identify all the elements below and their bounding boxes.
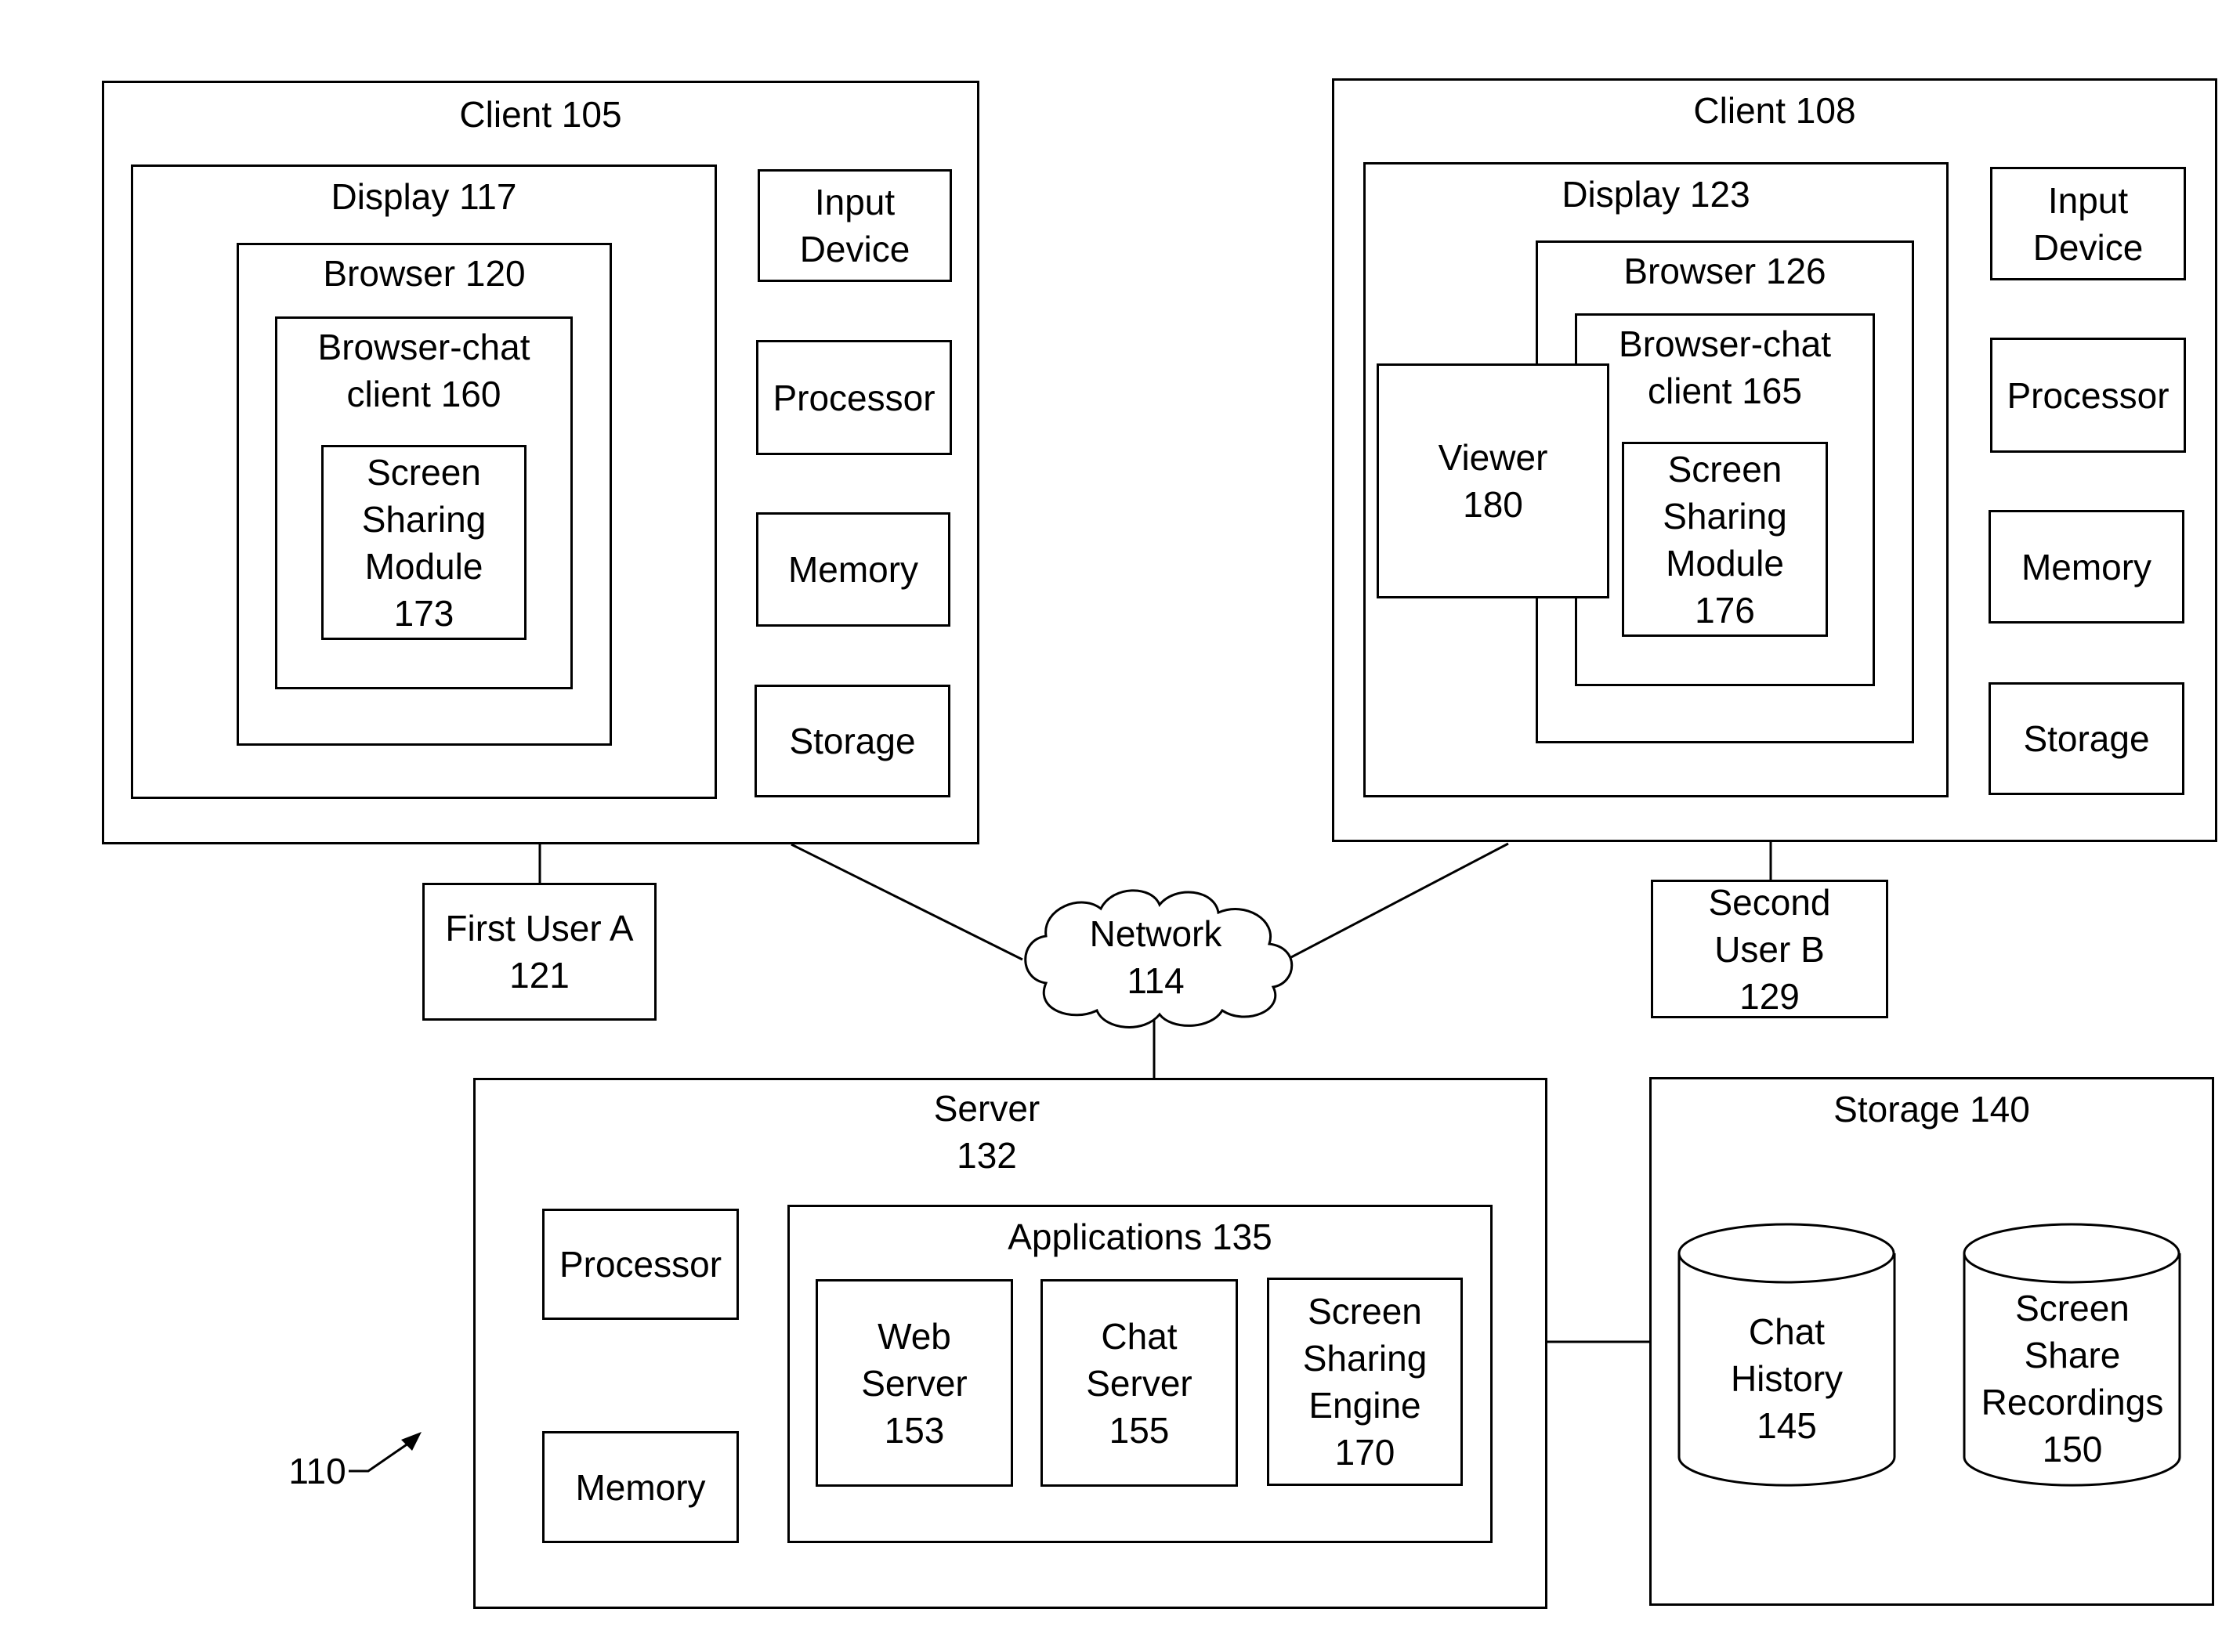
- network-114-label: Network 114: [1089, 913, 1222, 1001]
- server-132-title: Server 132: [933, 1088, 1040, 1176]
- client-108-title: Client 108: [1693, 90, 1856, 131]
- screen-sharing-module-176: Screen Sharing Module 176: [1622, 442, 1828, 637]
- chat-history-145-label: Chat History 145: [1730, 1311, 1844, 1446]
- chat-server-155: Chat Server 155: [1040, 1279, 1238, 1487]
- web-server-153-label: Web Server 153: [861, 1315, 968, 1451]
- client-a-memory: Memory: [756, 512, 950, 627]
- connector-client-a-network: [791, 843, 1023, 961]
- server-memory: Memory: [542, 1431, 739, 1543]
- figure-ref-arrow-icon: [349, 1438, 414, 1473]
- arrowhead-icon: [401, 1432, 422, 1451]
- web-server-153: Web Server 153: [816, 1279, 1013, 1487]
- client-a-storage: Storage: [755, 685, 950, 797]
- first-user-a-121: First User A 121: [422, 883, 657, 1021]
- client-b-storage-label: Storage: [2023, 718, 2150, 759]
- first-user-a-label: First User A 121: [445, 908, 634, 996]
- screen-sharing-module-173-label: Screen Sharing Module 173: [361, 451, 487, 634]
- client-a-memory-label: Memory: [787, 549, 919, 590]
- browser-120-label: Browser 120: [323, 253, 526, 294]
- viewer-180-label: Viewer 180: [1438, 437, 1548, 525]
- client-b-processor: Processor: [1990, 338, 2186, 453]
- client-b-input-device-label: Input Device: [2032, 179, 2144, 268]
- screen-sharing-module-176-label: Screen Sharing Module 176: [1663, 448, 1787, 631]
- browser-126-label: Browser 126: [1623, 251, 1826, 291]
- chat-server-155-label: Chat Server 155: [1086, 1315, 1192, 1451]
- screen-sharing-engine-170: Screen Sharing Engine 170: [1267, 1278, 1463, 1486]
- applications-135-label: Applications 135: [1008, 1216, 1272, 1257]
- client-a-processor: Processor: [756, 340, 952, 455]
- client-a-input-device: Input Device: [758, 169, 952, 282]
- server-memory-label: Memory: [575, 1466, 706, 1508]
- server-processor: Processor: [542, 1209, 739, 1320]
- browser-chat-client-160-label: Browser-chat client 160: [317, 327, 530, 414]
- client-b-memory-label: Memory: [2021, 546, 2152, 587]
- screen-sharing-module-173: Screen Sharing Module 173: [321, 445, 527, 640]
- client-b-storage: Storage: [1989, 682, 2184, 795]
- second-user-b-label: Second User B 129: [1708, 881, 1831, 1017]
- second-user-b-129: Second User B 129: [1651, 880, 1888, 1018]
- server-processor-label: Processor: [559, 1244, 722, 1285]
- browser-chat-client-165-label: Browser-chat client 165: [1619, 324, 1831, 411]
- display-123-label: Display 123: [1562, 174, 1750, 215]
- display-117-label: Display 117: [331, 176, 517, 217]
- client-a-processor-label: Processor: [773, 377, 935, 418]
- client-b-processor-label: Processor: [2007, 374, 2170, 416]
- connector-client-b-network: [1290, 842, 1509, 959]
- storage-140-title: Storage 140: [1833, 1089, 2030, 1130]
- viewer-180: Viewer 180: [1377, 363, 1609, 598]
- screen-share-recordings-150-label: Screen Share Recordings 150: [1981, 1288, 2164, 1469]
- client-a-input-device-label: Input Device: [799, 182, 910, 269]
- figure-ref-110: 110: [288, 1451, 346, 1491]
- client-105-title: Client 105: [459, 94, 622, 135]
- screen-sharing-engine-170-label: Screen Sharing Engine 170: [1302, 1291, 1428, 1473]
- client-b-memory: Memory: [1989, 510, 2184, 624]
- client-b-input-device: Input Device: [1990, 167, 2186, 280]
- client-a-storage-label: Storage: [789, 721, 916, 761]
